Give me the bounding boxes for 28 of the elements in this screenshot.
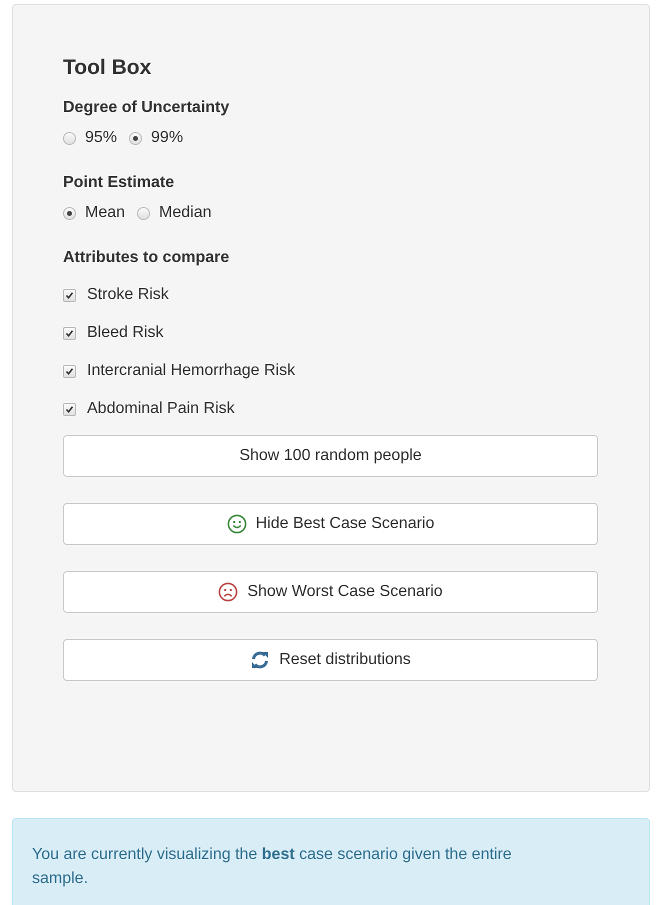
section-label: Degree of Uncertainty bbox=[63, 98, 230, 118]
action-button[interactable]: Show Worst Case Scenario bbox=[63, 571, 598, 613]
checkbox-label: Bleed Risk bbox=[87, 323, 164, 343]
section-label: Point Estimate bbox=[63, 173, 176, 193]
checkbox-label: Stroke Risk bbox=[87, 285, 169, 305]
checkbox[interactable] bbox=[63, 364, 76, 378]
checkbox[interactable] bbox=[63, 326, 76, 340]
radio-label: Median bbox=[159, 203, 212, 223]
checkbox[interactable] bbox=[63, 288, 76, 302]
panel-title: Tool Box bbox=[63, 55, 152, 81]
action-button[interactable]: Show 100 random people bbox=[63, 435, 598, 477]
checkbox-label: Intercranial Hemorrhage Risk bbox=[87, 361, 296, 381]
radio-label: 99% bbox=[151, 128, 184, 148]
action-button[interactable]: Reset distributions bbox=[63, 639, 598, 681]
radio-button[interactable] bbox=[129, 132, 142, 144]
checkbox[interactable] bbox=[63, 402, 76, 416]
action-button[interactable]: Hide Best Case Scenario bbox=[63, 503, 598, 545]
radio-button[interactable] bbox=[63, 132, 76, 144]
checkbox-label: Abdominal Pain Risk bbox=[87, 399, 235, 419]
refresh-icon bbox=[250, 650, 270, 670]
info-message: You are currently visualizing the best case scenario given the entire sample. bbox=[32, 845, 513, 889]
radio-label: Mean bbox=[85, 203, 126, 223]
smiley-face-icon bbox=[226, 514, 247, 534]
section-label: Attributes to compare bbox=[63, 248, 230, 268]
radio-label: 95% bbox=[85, 128, 118, 148]
frowning-face-icon bbox=[218, 582, 238, 602]
radio-button[interactable] bbox=[137, 206, 150, 220]
radio-button[interactable] bbox=[63, 206, 76, 220]
